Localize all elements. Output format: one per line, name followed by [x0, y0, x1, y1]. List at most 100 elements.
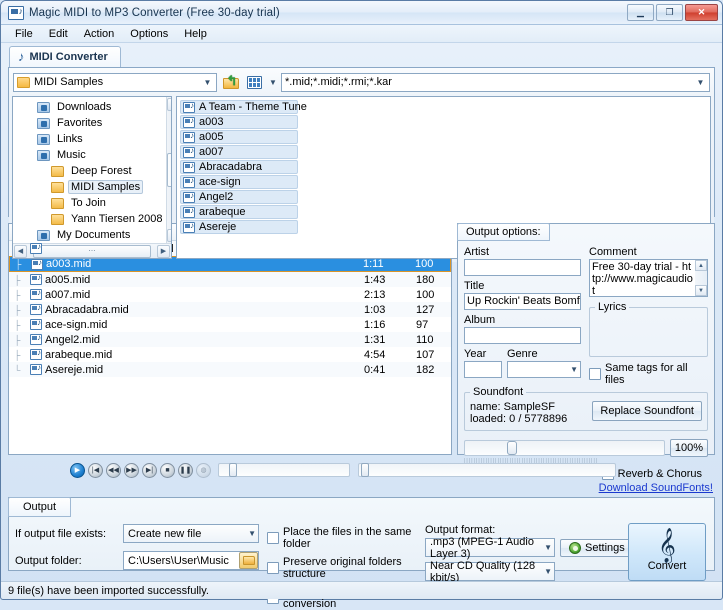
- file-tile[interactable]: Angel2: [180, 190, 298, 204]
- output-format-select[interactable]: .mp3 (MPEG-1 Audio Layer 3) ▼: [425, 536, 555, 560]
- tree-item[interactable]: Deep Forest: [15, 163, 166, 179]
- settings-button[interactable]: Settings: [560, 538, 634, 557]
- table-row[interactable]: ├ Abracadabra.mid 1:03 127: [9, 302, 451, 317]
- replace-soundfont-button[interactable]: Replace Soundfont: [592, 401, 702, 421]
- menu-edit[interactable]: Edit: [41, 26, 76, 42]
- title-field[interactable]: Up Rockin' Beats Bomfunk MC: [464, 293, 581, 310]
- browser-panel: MIDI Samples ▼ ↰ ▼ *.mid;*.midi;*.rmi;*.…: [8, 67, 715, 262]
- comment-scrollbar[interactable]: ▲ ▼: [695, 260, 707, 296]
- scroll-down-icon[interactable]: ▼: [695, 285, 707, 296]
- file-tile[interactable]: Asereje: [180, 220, 298, 234]
- table-row[interactable]: ├ arabeque.mid 4:54 107: [9, 347, 451, 362]
- album-field[interactable]: [464, 327, 581, 344]
- menu-help[interactable]: Help: [176, 26, 215, 42]
- table-row[interactable]: └ Asereje.mid 0:41 182: [9, 362, 451, 377]
- menu-file[interactable]: File: [7, 26, 41, 42]
- file-tile[interactable]: a007: [180, 145, 298, 159]
- scroll-right-icon[interactable]: ▶: [157, 244, 170, 258]
- checkbox[interactable]: [267, 532, 279, 544]
- hscroll-thumb[interactable]: ⋯: [33, 244, 151, 258]
- midi-file-icon: [183, 191, 195, 203]
- rewind-button[interactable]: ◀◀: [106, 462, 121, 478]
- stop-button[interactable]: ■: [160, 462, 175, 478]
- file-tile[interactable]: A Team - Theme Tune: [180, 100, 307, 114]
- tempo-slider-thumb[interactable]: [507, 441, 517, 455]
- download-soundfonts-link[interactable]: Download SoundFonts!: [599, 482, 713, 494]
- up-folder-button[interactable]: ↰: [220, 72, 241, 92]
- volume-slider-thumb[interactable]: [361, 463, 369, 477]
- fast-forward-button[interactable]: ▶▶: [124, 462, 139, 478]
- scroll-up-icon[interactable]: ▲: [166, 98, 171, 111]
- checkbox[interactable]: [267, 562, 279, 574]
- file-filter-select[interactable]: *.mid;*.midi;*.rmi;*.kar ▼: [281, 72, 710, 92]
- scroll-up-icon[interactable]: ▲: [695, 260, 707, 271]
- genre-select[interactable]: ▼: [507, 361, 581, 378]
- volume-slider[interactable]: [358, 463, 616, 477]
- lyrics-field[interactable]: [595, 316, 702, 354]
- same-tags-row[interactable]: Same tags for all files: [589, 362, 708, 386]
- minimize-button[interactable]: ▁: [627, 4, 654, 21]
- next-track-button[interactable]: ▶|: [142, 462, 157, 478]
- file-tile[interactable]: arabeque: [180, 205, 298, 219]
- seek-slider[interactable]: [218, 463, 350, 477]
- output-options-tab[interactable]: Output options:: [457, 223, 550, 241]
- view-mode-button[interactable]: [244, 72, 265, 92]
- table-row[interactable]: ├ a007.mid 2:13 100: [9, 287, 451, 302]
- tree-item[interactable]: Yann Tiersen 2008: [15, 211, 166, 227]
- file-tile[interactable]: ace-sign: [180, 175, 298, 189]
- tree-item[interactable]: My Documents: [15, 227, 166, 243]
- tab-midi-converter[interactable]: ♪ MIDI Converter: [9, 46, 121, 67]
- table-row[interactable]: ├ a005.mid 1:43 180: [9, 272, 451, 287]
- tree-item[interactable]: Downloads: [15, 99, 166, 115]
- midi-file-icon: [183, 131, 195, 143]
- maximize-button[interactable]: ❐: [656, 4, 683, 21]
- scroll-down-icon[interactable]: ▼: [166, 229, 171, 242]
- folder-icon: [51, 165, 64, 177]
- tree-line-icon: └: [14, 364, 20, 375]
- cell-duration: 4:54: [364, 348, 386, 361]
- previous-track-button[interactable]: |◀: [88, 462, 103, 478]
- tree-item[interactable]: Links: [15, 131, 166, 147]
- output-option-checkbox-row[interactable]: Preserve original folders structure: [267, 556, 419, 580]
- tree-vertical-scrollbar[interactable]: ▲ ⋮ ▼: [165, 97, 171, 243]
- output-folder-label: Output folder:: [15, 554, 82, 567]
- artist-field[interactable]: [464, 259, 581, 276]
- view-mode-chevron-icon[interactable]: ▼: [268, 78, 278, 87]
- tree-item[interactable]: MIDI Samples: [15, 179, 166, 195]
- folder-select[interactable]: MIDI Samples ▼: [13, 72, 217, 92]
- table-row[interactable]: ├ Angel2.mid 1:31 110: [9, 332, 451, 347]
- cell-filename: └ Asereje.mid: [9, 364, 359, 376]
- folder-browse-icon[interactable]: [239, 552, 258, 569]
- scroll-thumb[interactable]: ⋮: [166, 153, 171, 187]
- scroll-left-icon[interactable]: ◀: [14, 244, 27, 258]
- menu-options[interactable]: Options: [122, 26, 176, 42]
- status-bar: 9 file(s) have been imported successfull…: [1, 581, 722, 599]
- pause-button[interactable]: ❚❚: [178, 462, 193, 478]
- reverb-row[interactable]: Reverb & Chorus: [601, 468, 702, 480]
- output-option-checkbox-row[interactable]: Place the files in the same folder: [267, 526, 419, 550]
- file-tile[interactable]: Abracadabra: [180, 160, 298, 174]
- tree-item[interactable]: Music: [15, 147, 166, 163]
- tempo-percent-button[interactable]: 100%: [669, 439, 708, 457]
- play-button[interactable]: ▶: [70, 462, 85, 478]
- table-row[interactable]: ├ ace-sign.mid 1:16 97: [9, 317, 451, 332]
- convert-button[interactable]: 𝄞 Convert: [628, 523, 706, 581]
- if-exists-select[interactable]: Create new file ▼: [123, 524, 259, 543]
- mute-button[interactable]: ◍: [196, 462, 211, 478]
- tree-item-label: To Join: [71, 197, 106, 209]
- seek-slider-thumb[interactable]: [229, 463, 237, 477]
- output-folder-field[interactable]: C:\Users\User\Music: [123, 551, 259, 570]
- tree-item[interactable]: Favorites: [15, 115, 166, 131]
- tab-output[interactable]: Output: [8, 497, 72, 517]
- tempo-slider[interactable]: [464, 440, 665, 456]
- quality-select[interactable]: Near CD Quality (128 kbit/s) ▼: [425, 560, 555, 584]
- menu-action[interactable]: Action: [76, 26, 123, 42]
- file-tile[interactable]: a003: [180, 115, 298, 129]
- tree-item[interactable]: To Join: [15, 195, 166, 211]
- same-tags-checkbox[interactable]: [589, 368, 601, 380]
- year-field[interactable]: [464, 361, 502, 378]
- comment-field[interactable]: Free 30-day trial - http://www.magicaudi…: [589, 259, 708, 297]
- file-tile[interactable]: a005: [180, 130, 298, 144]
- close-button[interactable]: ✕: [685, 4, 718, 21]
- view-grid-icon: [247, 75, 262, 89]
